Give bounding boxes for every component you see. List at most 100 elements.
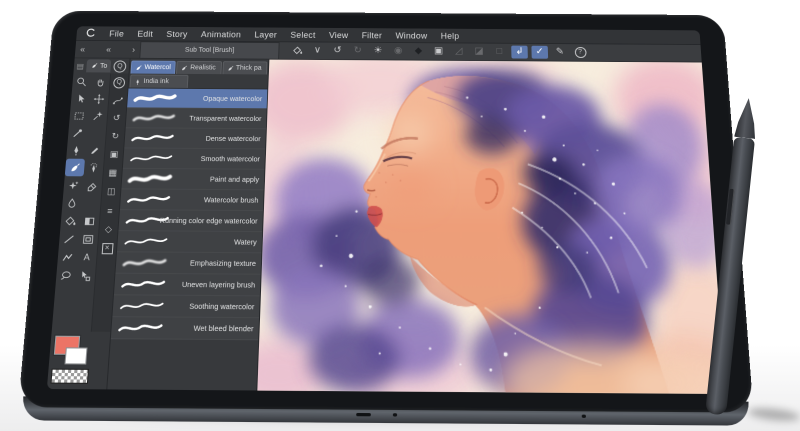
Paint and apply[interactable]: Paint and apply <box>121 169 264 191</box>
transform-icon[interactable]: ◿ <box>451 45 468 58</box>
subtool-tabs-row2: India ink <box>128 74 267 90</box>
lasso-balloon-tool[interactable] <box>56 266 77 285</box>
eyedropper-tool[interactable] <box>68 124 88 141</box>
fill-tool[interactable] <box>60 212 81 230</box>
menu-item[interactable]: Help <box>434 31 466 40</box>
object-tool[interactable] <box>75 266 96 285</box>
brightness-icon[interactable]: ☀ <box>370 45 386 58</box>
Wet bleed blender[interactable]: Wet bleed blender <box>111 317 259 340</box>
port-hole <box>582 415 586 418</box>
Emphasizing texture[interactable]: Emphasizing texture <box>115 252 261 274</box>
hand-tool[interactable] <box>90 73 110 90</box>
menu-item[interactable]: Select <box>284 30 323 39</box>
panel-collapse-controls: « « › <box>75 41 141 58</box>
Smooth watercolor[interactable]: Smooth watercolor <box>123 148 265 169</box>
undo-icon[interactable]: ↺ <box>329 44 346 57</box>
frame-border-tool[interactable] <box>78 230 99 248</box>
menu-item[interactable]: Animation <box>194 29 248 38</box>
transparent-color-swatch[interactable] <box>50 369 89 384</box>
material-icon[interactable]: ◇ <box>99 220 118 239</box>
pencil-tool[interactable] <box>85 141 105 159</box>
canvas-artwork[interactable] <box>257 60 725 394</box>
menu-item[interactable]: Story <box>159 29 194 38</box>
menu-item[interactable]: File <box>102 29 131 38</box>
Soothing watercolor[interactable]: Soothing watercolor <box>112 295 259 318</box>
Watery[interactable]: Watery <box>117 231 262 253</box>
collapse-mid-icon[interactable]: « <box>106 45 112 54</box>
selection-tool[interactable] <box>71 90 91 107</box>
collapse-right-icon[interactable]: › <box>132 45 136 54</box>
Running color edge watercolor[interactable]: Running color edge watercolor <box>118 210 262 232</box>
snap-special-ruler-icon[interactable]: ✓ <box>531 46 548 59</box>
palette-menu-icon[interactable]: ▤ <box>74 62 87 70</box>
layers-icon[interactable]: ≡ <box>100 201 119 220</box>
workspace: ▤ To Q <box>47 58 725 394</box>
pen-tool[interactable] <box>66 141 86 159</box>
text-tool[interactable]: A <box>76 248 97 266</box>
rotate-cw-icon[interactable]: ↻ <box>106 127 125 145</box>
line-tool[interactable] <box>59 230 80 248</box>
subtool-tab[interactable]: India ink <box>130 74 189 87</box>
mic-hole <box>393 413 397 416</box>
move-tool[interactable] <box>89 90 109 107</box>
gradient-tool[interactable] <box>79 212 99 230</box>
app-window: FileEditStoryAnimationLayerSelectViewFil… <box>47 26 725 394</box>
collapse-left-icon[interactable]: « <box>80 45 86 54</box>
watercolor-portrait <box>257 60 725 394</box>
tool-tab[interactable]: To <box>86 59 112 72</box>
chevron-down-icon[interactable]: ∨ <box>309 44 326 57</box>
navigator-icon[interactable]: ▣ <box>104 145 123 164</box>
search-tool-icon[interactable]: Q <box>113 60 126 72</box>
square-icon[interactable]: □ <box>491 45 508 58</box>
Watercolor brush[interactable]: Watercolor brush <box>120 189 264 211</box>
Uneven layering brush[interactable]: Uneven layering brush <box>114 274 261 297</box>
snap-ruler-icon[interactable]: ↲ <box>511 46 528 59</box>
curve-editor-icon[interactable] <box>108 91 127 109</box>
Opaque watercolor[interactable]: Opaque watercolor <box>127 88 267 109</box>
brush-tool[interactable] <box>65 159 85 177</box>
layer-panel-icon[interactable]: ◫ <box>102 182 121 201</box>
Dense watercolor[interactable]: Dense watercolor <box>124 128 266 149</box>
bucket-icon[interactable] <box>289 44 306 57</box>
grid-icon[interactable]: ▦ <box>103 164 122 183</box>
subtool-panel-title[interactable]: Sub Tool [Brush] <box>139 41 279 58</box>
help-icon[interactable]: ? <box>572 46 589 59</box>
snap-grid-icon[interactable]: ✎ <box>552 46 569 59</box>
brush-icon <box>180 64 188 71</box>
subtool-tabs: Watercol Realistic Thick pa <box>130 59 269 75</box>
tool-button[interactable] <box>81 194 101 212</box>
stylus-shadow <box>748 406 800 422</box>
blend-tool[interactable] <box>62 194 82 212</box>
blend-mode-icon[interactable]: ◉ <box>390 45 406 58</box>
background-color-swatch[interactable] <box>64 347 87 364</box>
wand-tool[interactable] <box>88 107 108 124</box>
Transparent watercolor[interactable]: Transparent watercolor <box>126 108 267 129</box>
toolbar-icons: ∨ ↺ ↻ ☀ <box>279 42 702 61</box>
zoom-tool[interactable] <box>72 73 92 90</box>
figure-tool[interactable] <box>57 248 78 266</box>
subtool-tab[interactable]: Realistic <box>176 61 221 74</box>
tool-button[interactable] <box>86 124 106 141</box>
menu-item[interactable]: Edit <box>130 29 160 38</box>
decoration-tool[interactable] <box>63 176 83 194</box>
rotate-ccw-icon[interactable]: ↺ <box>107 109 126 127</box>
brush-stroke-preview <box>116 298 168 313</box>
subtool-tab[interactable]: Thick pa <box>222 61 267 74</box>
history-icon[interactable]: × <box>97 239 117 258</box>
menu-item[interactable]: View <box>322 30 355 39</box>
marquee-select-tool[interactable] <box>69 107 89 124</box>
quick-search-icon[interactable]: Q <box>110 73 129 91</box>
halftone-icon[interactable]: ◪ <box>471 45 488 58</box>
brush-icon <box>135 64 143 71</box>
subtool-tab[interactable]: Watercol <box>130 61 176 74</box>
crop-frame-icon[interactable]: ▣ <box>430 45 446 58</box>
redo-icon[interactable]: ↻ <box>350 45 367 58</box>
fill-diamond-icon[interactable]: ◆ <box>410 45 426 58</box>
speaker-slot <box>356 413 371 416</box>
menu-item[interactable]: Filter <box>355 30 389 39</box>
airbrush-tool[interactable] <box>84 159 104 177</box>
menu-item[interactable]: Window <box>389 31 434 40</box>
menu-item[interactable]: Layer <box>248 30 284 39</box>
eraser-tool[interactable] <box>82 176 102 194</box>
brush-list: Opaque watercolor Transparent watercolor <box>111 88 268 340</box>
